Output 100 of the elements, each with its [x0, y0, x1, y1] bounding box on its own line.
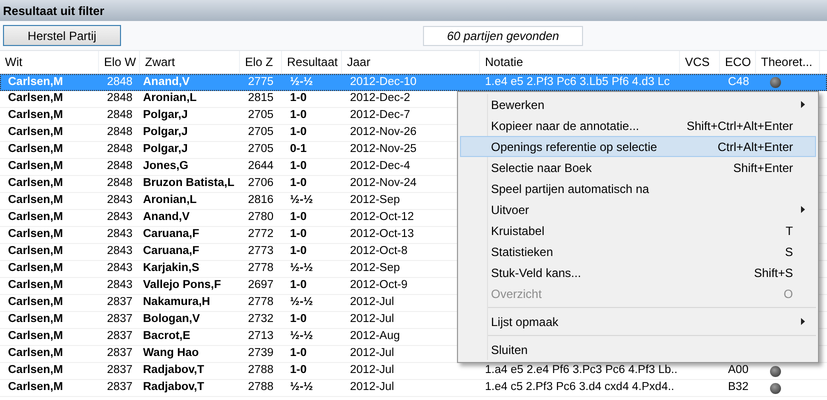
table-cell-text: 2837	[107, 346, 133, 362]
table-cell-text: B32	[728, 380, 748, 396]
table-cell-text: Bologan,V	[143, 312, 200, 328]
table-cell-text: 2012-Sep	[350, 261, 400, 276]
table-cell-text: 2012-Oct-8	[350, 244, 408, 260]
table-cell-text: 1-0	[290, 244, 307, 260]
table-cell-text: 1-0	[290, 125, 307, 140]
table-cell-text: Jones,G	[143, 159, 188, 174]
column-header[interactable]: VCS	[680, 51, 720, 73]
table-cell-text: 1-0	[290, 278, 307, 294]
table-cell-text: 1-0	[290, 210, 307, 226]
table-cell-text: 1-0	[290, 176, 307, 192]
table-cell-text: 2816	[248, 193, 274, 208]
column-header[interactable]: Notatie	[480, 51, 680, 73]
table-cell-text: Carlsen,M	[8, 278, 63, 294]
menu-item[interactable]: Lijst opmaak	[460, 311, 816, 332]
table-cell-text: 2837	[107, 363, 133, 378]
table-cell-text: ½-½	[290, 193, 314, 208]
table-cell-text: Caruana,F	[143, 227, 200, 242]
table-cell-text: Anand,V	[143, 74, 190, 90]
table-cell-text: Polgar,J	[143, 108, 188, 124]
table-cell-text: 2775	[248, 74, 274, 90]
table-cell-text: 2778	[248, 261, 274, 276]
table-cell-text: ½-½	[290, 329, 314, 344]
column-header[interactable]: ECO	[720, 51, 756, 73]
table-cell-text: C48	[728, 74, 750, 90]
table-cell-text: 1.e4 c5 2.Pf3 Pc6 3.d4 cxd4 4.Pxd4..	[485, 380, 674, 396]
table-cell-text: Carlsen,M	[8, 261, 63, 276]
table-cell-text: Vallejo Pons,F	[143, 278, 221, 294]
table-cell-text: 2697	[248, 278, 274, 294]
table-cell-text: 2848	[107, 125, 133, 140]
table-cell-text: 2739	[248, 346, 274, 362]
table-cell-text: 2732	[248, 312, 274, 328]
table-cell-text: 2012-Aug	[350, 329, 400, 344]
shortcut-label: Shift+Enter	[733, 160, 793, 176]
table-cell-text: Carlsen,M	[8, 244, 63, 260]
table-cell-text: 2778	[248, 295, 274, 310]
table-cell-text: 0-1	[290, 142, 307, 158]
table-cell-text: 1-0	[290, 91, 307, 106]
table-cell-text: Carlsen,M	[8, 346, 63, 362]
table-cell-text: Wang Hao	[143, 346, 199, 362]
table-cell-text: Nakamura,H	[143, 295, 210, 310]
table-cell-text: 2837	[107, 329, 133, 344]
table-cell-text: 2012-Oct-9	[350, 278, 408, 294]
table-cell-text: 1-0	[290, 346, 307, 362]
table-cell-text: Aronian,L	[143, 193, 197, 208]
table-cell-text: 2012-Jul	[350, 295, 394, 310]
menu-item[interactable]: Statistieken S	[460, 241, 816, 262]
table-cell-text: 2837	[107, 295, 133, 310]
table-cell-text: 1.e4 e5 2.Pf3 Pc6 3.Lb5 Pf6 4.d3 Lc	[485, 74, 670, 90]
table-cell-text: Anand,V	[143, 210, 190, 226]
table-cell-text: 2843	[107, 227, 133, 242]
table-cell-text: ½-½	[290, 261, 314, 276]
table-cell-text: 2012-Dec-4	[350, 159, 410, 174]
window-title: Resultaat uit filter	[3, 2, 104, 20]
table-cell-text: 2843	[107, 244, 133, 260]
table-cell-text: 1-0	[290, 227, 307, 242]
column-header[interactable]: Wit	[0, 51, 99, 73]
table-cell-text: 2848	[107, 74, 133, 90]
table-cell-text: Caruana,F	[143, 244, 200, 260]
table-cell-text: 2843	[107, 261, 133, 276]
table-cell-text: Karjakin,S	[143, 261, 200, 276]
table-cell-text: 2012-Dec-7	[350, 108, 410, 124]
table-cell-text: 2706	[248, 176, 274, 192]
table-cell-text: 2644	[248, 159, 274, 174]
restore-game-button[interactable]: Herstel Partij	[3, 25, 121, 46]
result-count-field: 60 partijen gevonden	[423, 26, 583, 46]
column-header[interactable]: Zwart	[140, 51, 240, 73]
column-header[interactable]: Theoret...	[756, 51, 820, 73]
menu-label: Lijst opmaak	[491, 314, 560, 330]
table-cell-text: 2012-Oct-13	[350, 227, 414, 242]
table-cell-text: 2843	[107, 210, 133, 226]
table-cell-text: Carlsen,M	[8, 91, 63, 106]
menu-label: Selectie naar Boek	[491, 160, 593, 176]
table-cell-text: 2848	[107, 91, 133, 106]
column-header[interactable]: Resultaat	[282, 51, 342, 73]
table-cell-text: 1-0	[290, 363, 307, 378]
table-cell-text: Carlsen,M	[8, 142, 63, 158]
table-cell-text: 2848	[107, 108, 133, 124]
table-cell-text: Radjabov,T	[143, 363, 204, 378]
table-cell-text: 2012-Nov-26	[350, 125, 416, 140]
table-cell-text: Carlsen,M	[8, 159, 63, 174]
table-cell-text: Bacrot,E	[143, 329, 190, 344]
table-cell-text: 2848	[107, 176, 133, 192]
table-cell-text: 1-0	[290, 108, 307, 124]
table-cell-text: Carlsen,M	[8, 380, 63, 396]
table-cell-text: Aronian,L	[143, 91, 197, 106]
table-cell-text: 2837	[107, 380, 133, 396]
table-cell-text: Carlsen,M	[8, 312, 63, 328]
table-cell-text: Carlsen,M	[8, 176, 63, 192]
table-cell-text: Carlsen,M	[8, 295, 63, 310]
menu-item[interactable]: Openings referentie op selectie Ctrl+Alt+Enter	[460, 136, 816, 157]
column-header[interactable]: Elo W	[99, 51, 140, 73]
table-cell-text: 2705	[248, 108, 274, 124]
table-cell-text: Carlsen,M	[8, 74, 63, 90]
column-header[interactable]: Elo Z	[240, 51, 282, 73]
table-row[interactable]: Carlsen,M 2837 Radjabov,T 2788 ½-½ 2012-Jul 1.e4 c5 2.Pf3 Pc6 3.d4 cxd4 4.Pxd4.. B32	[0, 380, 827, 397]
table-cell-text: 2012-Nov-25	[350, 142, 416, 158]
column-header[interactable]: Jaar	[342, 51, 480, 73]
menu-item[interactable]: Selectie naar Boek Shift+Enter	[460, 157, 816, 178]
